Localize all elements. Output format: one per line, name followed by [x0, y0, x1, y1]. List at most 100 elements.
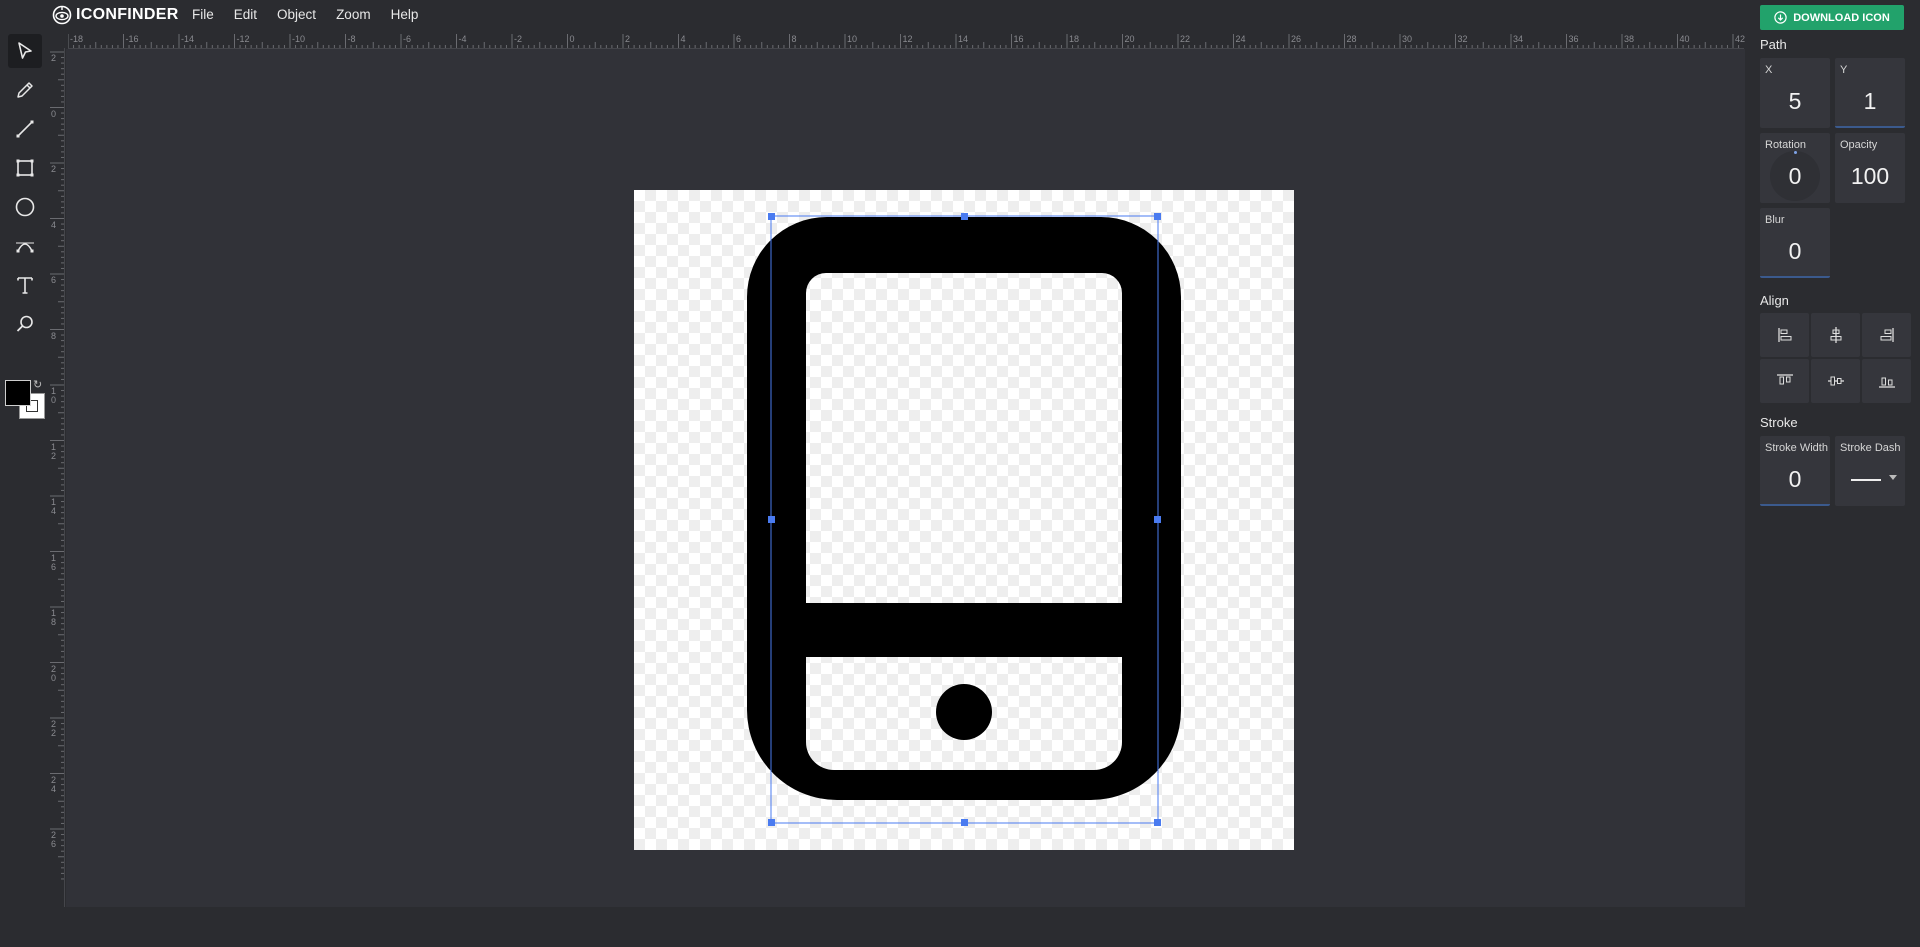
stroke-width-label: Stroke Width: [1765, 442, 1828, 454]
path-tool[interactable]: [8, 229, 42, 263]
pencil-tool[interactable]: [8, 73, 42, 107]
ruler-label: -18: [70, 34, 84, 44]
download-button-label: DOWNLOAD ICON: [1793, 11, 1890, 24]
ruler-label: 12: [902, 34, 913, 44]
ruler-label: 2: [51, 164, 57, 174]
align-center-horizontal-icon: [1830, 327, 1841, 343]
ruler-label: 34: [1513, 34, 1524, 44]
opacity-label: Opacity: [1840, 139, 1878, 151]
resize-handle-right: [1154, 516, 1161, 523]
bezier-curve-icon: [16, 242, 34, 253]
select-tool[interactable]: [8, 34, 42, 68]
ruler-label: 20: [1124, 34, 1135, 44]
line-icon: [16, 120, 34, 138]
ruler-label: 30: [1402, 34, 1413, 44]
swap-colors-icon[interactable]: ↻: [33, 378, 42, 391]
menu-zoom[interactable]: Zoom: [326, 0, 381, 30]
ruler-label: 6: [736, 34, 742, 44]
circle-icon: [15, 197, 35, 217]
align-center-horizontal-button[interactable]: [1811, 313, 1860, 357]
properties-panel: DOWNLOAD ICON Path X 5 Y 1 Rotation 0 Op…: [1752, 0, 1920, 907]
stroke-width-value[interactable]: 0: [1760, 466, 1830, 493]
align-middle-vertical-button[interactable]: [1811, 359, 1860, 403]
stroke-dash-select[interactable]: Stroke Dash: [1835, 436, 1905, 506]
menu-help[interactable]: Help: [381, 0, 429, 30]
rotation-indicator: [1794, 151, 1797, 154]
artboard[interactable]: [634, 190, 1294, 850]
ruler-label: 2 4: [51, 774, 57, 794]
fill-color-swatch[interactable]: [5, 380, 31, 406]
blur-value[interactable]: 0: [1760, 238, 1830, 265]
resize-handle-left: [768, 516, 775, 523]
menu-file[interactable]: File: [182, 0, 224, 30]
ruler-label: 6: [51, 275, 57, 285]
rotation-value[interactable]: 0: [1760, 163, 1830, 190]
ruler-label: 0: [569, 34, 575, 44]
y-label: Y: [1840, 64, 1848, 76]
menu-edit[interactable]: Edit: [224, 0, 267, 30]
resize-handle-top-right: [1154, 213, 1161, 220]
ruler-label: -12: [236, 34, 250, 44]
logo-text: ICONFINDER: [76, 6, 179, 23]
text-tool[interactable]: [8, 268, 42, 302]
ruler-label: 42: [1735, 34, 1746, 44]
ruler-label: 1 0: [51, 386, 57, 405]
align-bottom-button[interactable]: [1862, 359, 1911, 403]
align-left-icon: [1777, 328, 1791, 342]
ruler-label: 4: [680, 34, 686, 44]
pencil-icon: [17, 82, 33, 98]
smartphone-icon[interactable]: [634, 190, 1294, 850]
logo[interactable]: ICONFINDER: [52, 5, 179, 25]
rectangle-icon: [16, 159, 34, 177]
chevron-down-icon[interactable]: [1889, 475, 1897, 480]
rotation-field[interactable]: Rotation 0: [1760, 133, 1830, 203]
x-value[interactable]: 5: [1760, 88, 1830, 115]
main-menu: File Edit Object Zoom Help: [182, 0, 428, 30]
ruler-label: 0: [51, 108, 57, 119]
stroke-section-title: Stroke: [1760, 415, 1798, 430]
ruler-label: 24: [1235, 34, 1246, 44]
ruler-label: -4: [458, 34, 467, 44]
align-top-button[interactable]: [1760, 359, 1809, 403]
align-right-button[interactable]: [1862, 313, 1911, 357]
text-icon: [17, 277, 33, 294]
zoom-tool[interactable]: [8, 307, 42, 341]
y-field[interactable]: Y 1: [1835, 58, 1905, 128]
ruler-label: 18: [1069, 34, 1080, 44]
resize-handle-top-left: [768, 213, 775, 220]
resize-handle-top: [961, 213, 968, 220]
line-tool[interactable]: [8, 112, 42, 146]
rectangle-tool[interactable]: [8, 151, 42, 185]
ruler-label: 40: [1679, 34, 1690, 44]
ruler-label: -16: [125, 34, 139, 44]
ruler-label: 14: [958, 34, 969, 44]
vertical-ruler: 2 0 2 4 6 8 1 0 1 2 1 4 1 6 1 8 2 0 2 2 2 4 2 6: [50, 48, 65, 907]
ruler-label: 1 8: [51, 608, 57, 627]
canvas-workspace[interactable]: [66, 49, 1745, 907]
ruler-label: 2 0: [51, 663, 57, 683]
ruler-label: 8: [51, 330, 57, 341]
ruler-label: 2: [51, 53, 57, 63]
ruler-label: -2: [514, 34, 523, 44]
stroke-width-field[interactable]: Stroke Width 0: [1760, 436, 1830, 506]
tool-palette: ↻: [0, 30, 49, 907]
opacity-field[interactable]: Opacity 100: [1835, 133, 1905, 203]
path-section-title: Path: [1760, 37, 1787, 52]
y-value[interactable]: 1: [1835, 88, 1905, 115]
blur-field[interactable]: Blur 0: [1760, 208, 1830, 278]
status-bar: [0, 907, 1920, 947]
align-bottom-icon: [1878, 377, 1895, 388]
menu-object[interactable]: Object: [267, 0, 326, 30]
ruler-label: -8: [347, 34, 356, 44]
ellipse-tool[interactable]: [8, 190, 42, 224]
ruler-label: -6: [403, 34, 412, 44]
align-left-button[interactable]: [1760, 313, 1809, 357]
download-icon-button[interactable]: DOWNLOAD ICON: [1760, 5, 1904, 30]
iconfinder-logo-icon: [52, 5, 72, 25]
ruler-label: 1 6: [51, 552, 57, 572]
ruler-label: -14: [181, 34, 195, 44]
opacity-value[interactable]: 100: [1835, 163, 1905, 190]
rotation-label: Rotation: [1765, 139, 1806, 151]
x-field[interactable]: X 5: [1760, 58, 1830, 128]
align-section-title: Align: [1760, 293, 1789, 308]
